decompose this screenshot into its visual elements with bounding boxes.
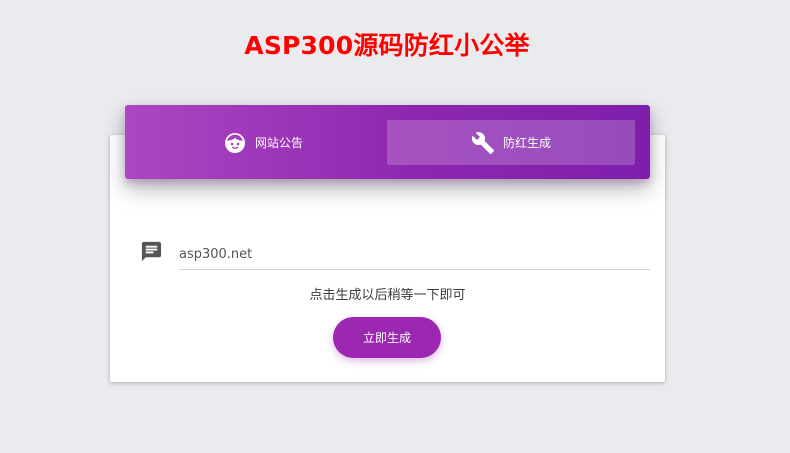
hint-text: 点击生成以后稍等一下即可 (309, 288, 466, 303)
tab-bar: 网站公告 防红生成 (125, 105, 650, 179)
tab-notice[interactable]: 网站公告 (139, 120, 387, 165)
tab-notice-label: 网站公告 (254, 136, 303, 150)
domain-input[interactable] (179, 240, 650, 270)
face-icon (223, 131, 247, 155)
generate-button[interactable]: 立即生成 (333, 317, 441, 358)
wrench-icon (471, 131, 495, 155)
tab-generate-label: 防红生成 (502, 136, 551, 150)
page-title: ASP300源码防红小公举 (244, 31, 530, 60)
chat-message-icon (140, 240, 163, 263)
tab-generate[interactable]: 防红生成 (387, 120, 635, 165)
